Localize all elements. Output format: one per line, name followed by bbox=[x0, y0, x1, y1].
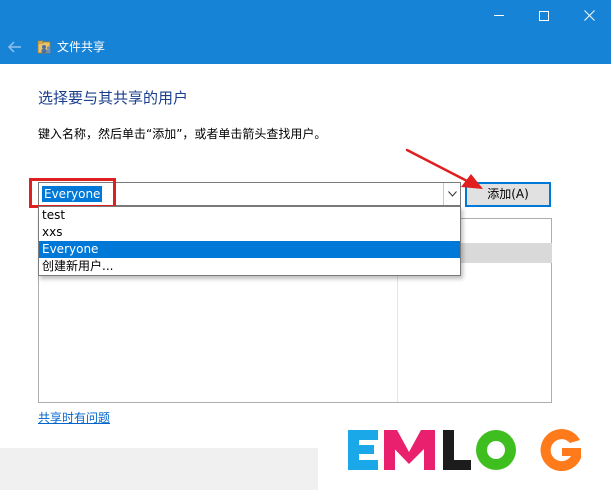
window-title: 文件共享 bbox=[57, 40, 106, 54]
maximize-button[interactable] bbox=[521, 0, 567, 31]
annotation-arrow-icon bbox=[405, 148, 483, 189]
dropdown-option-create-new-user[interactable]: 创建新用户... bbox=[39, 258, 460, 275]
instruction-text: 键入名称，然后单击“添加”，或者单击箭头查找用户。 bbox=[38, 127, 327, 141]
maximize-icon bbox=[539, 10, 549, 21]
dropdown-option-everyone[interactable]: Everyone bbox=[39, 241, 460, 258]
minimize-icon bbox=[494, 15, 504, 16]
logo-letter-o bbox=[476, 430, 516, 470]
nav-bar: 文件共享 bbox=[0, 31, 611, 64]
emlog-watermark bbox=[318, 418, 611, 490]
logo-letter-m bbox=[384, 430, 435, 470]
close-icon bbox=[583, 10, 595, 21]
page-heading: 选择要与其共享的用户 bbox=[38, 89, 189, 107]
back-arrow-icon[interactable] bbox=[6, 38, 24, 56]
user-dropdown-list: test xxs Everyone 创建新用户... bbox=[38, 206, 461, 276]
dropdown-option-xxs[interactable]: xxs bbox=[39, 224, 460, 241]
logo-letter-e bbox=[348, 430, 378, 470]
title-bar bbox=[0, 0, 611, 31]
dropdown-option-test[interactable]: test bbox=[39, 207, 460, 224]
annotation-highlight-box bbox=[29, 178, 116, 208]
logo-letter-g bbox=[540, 429, 581, 472]
minimize-button[interactable] bbox=[476, 0, 522, 31]
file-sharing-icon bbox=[37, 40, 51, 54]
close-button[interactable] bbox=[566, 0, 611, 31]
emlog-logo bbox=[348, 429, 581, 472]
logo-letter-l bbox=[443, 430, 471, 470]
sharing-help-link[interactable]: 共享时有问题 bbox=[38, 410, 110, 426]
